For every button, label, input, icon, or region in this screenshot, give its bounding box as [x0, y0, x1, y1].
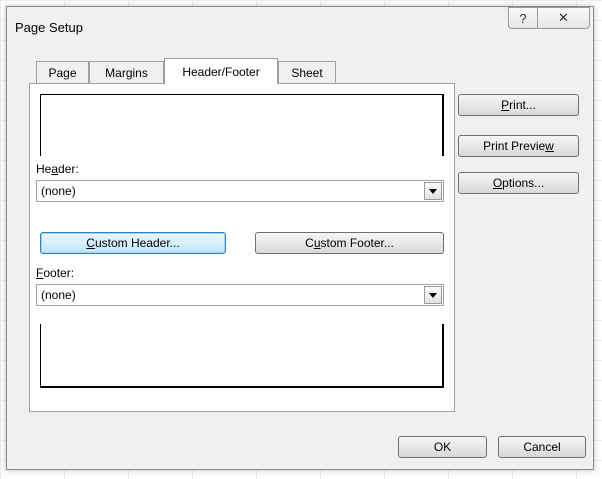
- tab-page-label: Page: [48, 65, 77, 80]
- tab-margins[interactable]: Margins: [89, 61, 164, 83]
- close-button[interactable]: ✕: [538, 7, 590, 29]
- custom-footer-button[interactable]: Cu stom Footer...: [255, 232, 444, 254]
- dialog-title: Page Setup: [15, 20, 83, 35]
- footer-label: Footer:: [36, 266, 75, 280]
- footer-dropdown-value: (none): [41, 288, 76, 302]
- tab-margins-label: Margins: [105, 65, 148, 80]
- help-icon: ?: [519, 10, 527, 26]
- tab-page[interactable]: Page: [36, 61, 89, 83]
- header-dropdown-arrow[interactable]: [424, 182, 442, 200]
- chevron-down-icon: [429, 188, 437, 194]
- title-bar: Page Setup ? ✕: [7, 7, 593, 45]
- help-button[interactable]: ?: [508, 7, 538, 29]
- tab-header-footer-label: Header/Footer: [182, 64, 260, 79]
- cancel-button[interactable]: Cancel: [498, 436, 586, 458]
- page-setup-dialog: Page Setup ? ✕ Page Margins Header/Foote…: [6, 6, 594, 470]
- header-dropdown-value: (none): [41, 184, 76, 198]
- print-preview-button[interactable]: Print Previe w: [458, 135, 579, 157]
- footer-dropdown-arrow[interactable]: [424, 286, 442, 304]
- header-footer-panel: Header: (none) Custom Header... Cu stom F…: [29, 83, 455, 412]
- custom-header-button[interactable]: Custom Header...: [40, 232, 226, 254]
- header-dropdown[interactable]: (none): [36, 180, 444, 202]
- footer-dropdown[interactable]: (none): [36, 284, 444, 306]
- ok-button[interactable]: OK: [398, 436, 487, 458]
- tab-sheet-label: Sheet: [291, 65, 323, 80]
- tab-sheet[interactable]: Sheet: [278, 61, 336, 83]
- print-button[interactable]: Print...: [458, 94, 579, 116]
- header-preview: [40, 94, 444, 156]
- chevron-down-icon: [429, 292, 437, 298]
- tab-header-footer[interactable]: Header/Footer: [164, 58, 278, 84]
- options-button[interactable]: Options...: [458, 172, 579, 194]
- header-label: Header:: [36, 162, 79, 176]
- close-icon: ✕: [558, 10, 569, 25]
- footer-preview: [40, 324, 444, 388]
